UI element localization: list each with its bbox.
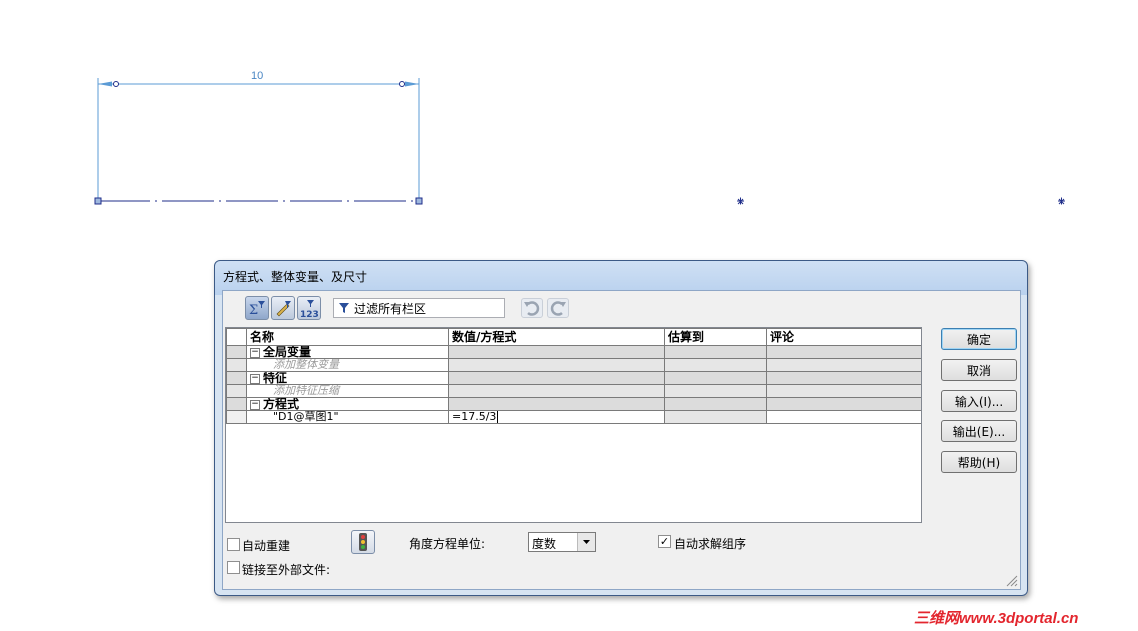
- cancel-button[interactable]: 取消: [941, 359, 1017, 381]
- watermark: 三维网www.3dportal.cn: [914, 610, 1079, 627]
- row-selector[interactable]: [226, 410, 247, 424]
- auto-rebuild-label: 自动重建: [242, 539, 291, 553]
- cell: [664, 345, 767, 359]
- add-global-variable-cell[interactable]: 添加整体变量: [246, 358, 449, 372]
- sketch-point-1[interactable]: [737, 197, 744, 205]
- resize-grip-icon[interactable]: [1006, 575, 1018, 587]
- section-equations-label: 方程式: [263, 397, 300, 411]
- filter-icon: [339, 303, 349, 313]
- add-feature-suppression-cell[interactable]: 添加特征压缩: [246, 384, 449, 398]
- equations-grid[interactable]: 名称 数值/方程式 估算到 评论 − 全局变量 添加整体变量 − 特征 添加特征…: [225, 327, 922, 523]
- auto-solve-checkbox[interactable]: ✓: [658, 535, 671, 548]
- dimension-arrow-left: [98, 81, 112, 87]
- cell: [448, 345, 665, 359]
- help-button[interactable]: 帮助(H): [941, 451, 1017, 473]
- collapse-icon[interactable]: −: [250, 373, 260, 384]
- dialog-body: Σ 123 过滤所有栏区 名称 数值/方程式 估算到 评论 − 全局变量 添加整…: [222, 290, 1021, 590]
- link-external-checkbox[interactable]: [227, 561, 240, 574]
- row-selector[interactable]: [226, 358, 247, 372]
- collapse-icon[interactable]: −: [250, 399, 260, 410]
- row-selector[interactable]: [226, 384, 247, 398]
- cell: [448, 397, 665, 411]
- add-global-variable-row[interactable]: 添加整体变量: [226, 358, 921, 372]
- auto-solve-label: 自动求解组序: [674, 537, 747, 551]
- section-globals-label: 全局变量: [263, 345, 312, 359]
- angle-units-value: 度数: [532, 537, 557, 551]
- sketch-equations-view-button[interactable]: Σ: [245, 296, 269, 320]
- traffic-light-button[interactable]: [351, 530, 375, 554]
- cell: [766, 345, 921, 359]
- grid-header-row: 名称 数值/方程式 估算到 评论: [226, 328, 921, 346]
- cell: [664, 371, 767, 385]
- dialog-title: 方程式、整体变量、及尺寸: [223, 270, 368, 284]
- cell: [448, 371, 665, 385]
- add-feature-suppression-row[interactable]: 添加特征压缩: [226, 384, 921, 398]
- filter-input[interactable]: [354, 300, 502, 316]
- cell: [448, 358, 665, 372]
- equation-row[interactable]: "D1@草图1" =17.5/3: [226, 410, 921, 424]
- angle-units-label: 角度方程单位:: [409, 537, 486, 551]
- section-equations[interactable]: − 方程式: [226, 397, 921, 411]
- sketch-point-2[interactable]: [1058, 197, 1065, 205]
- cell: [766, 371, 921, 385]
- section-features-name[interactable]: − 特征: [246, 371, 449, 385]
- auto-rebuild-checkbox[interactable]: [227, 538, 240, 551]
- redo-button[interactable]: [547, 298, 569, 318]
- equation-value-text: =17.5/3: [452, 410, 497, 423]
- cell: [766, 358, 921, 372]
- section-features-label: 特征: [263, 371, 288, 385]
- sketch-canvas[interactable]: 10: [0, 0, 1138, 260]
- cell: [766, 397, 921, 411]
- dropdown-arrow-icon[interactable]: [577, 533, 595, 551]
- cell: [664, 397, 767, 411]
- sketch-endpoint-right[interactable]: [415, 197, 423, 205]
- dimension-arrow-right: [405, 81, 419, 87]
- section-globals[interactable]: − 全局变量: [226, 345, 921, 359]
- ordered-filter-icon: 123: [300, 300, 319, 318]
- equations-dialog: 方程式、整体变量、及尺寸 Σ 123 过滤所有栏区 名称 数值/方程式 估算到 …: [214, 260, 1028, 596]
- row-selector[interactable]: [226, 345, 247, 359]
- redo-icon: [550, 301, 566, 316]
- angle-units-select[interactable]: 度数: [528, 532, 596, 552]
- sketch-endpoint-left[interactable]: [94, 197, 102, 205]
- link-external-label: 链接至外部文件:: [242, 563, 331, 577]
- undo-button[interactable]: [521, 298, 543, 318]
- traffic-light-icon: [359, 533, 367, 551]
- column-header-name[interactable]: 名称: [246, 328, 449, 346]
- row-selector-header[interactable]: [226, 328, 247, 346]
- section-features[interactable]: − 特征: [226, 371, 921, 385]
- cell: [766, 384, 921, 398]
- cell: [664, 358, 767, 372]
- ordered-view-button[interactable]: 123: [297, 296, 321, 320]
- column-header-comment[interactable]: 评论: [766, 328, 921, 346]
- row-selector[interactable]: [226, 397, 247, 411]
- section-globals-name[interactable]: − 全局变量: [246, 345, 449, 359]
- cell: [664, 384, 767, 398]
- column-header-value[interactable]: 数值/方程式: [448, 328, 665, 346]
- collapse-icon[interactable]: −: [250, 347, 260, 358]
- dimension-value[interactable]: 10: [251, 70, 263, 82]
- filter-field[interactable]: [333, 298, 505, 318]
- export-button[interactable]: 输出(E)...: [941, 420, 1017, 442]
- column-header-evaluates[interactable]: 估算到: [664, 328, 767, 346]
- text-cursor: [497, 411, 499, 423]
- undo-icon: [524, 301, 540, 316]
- section-equations-name[interactable]: − 方程式: [246, 397, 449, 411]
- dimension-handle-left[interactable]: [113, 81, 119, 87]
- row-selector[interactable]: [226, 371, 247, 385]
- svg-text:123: 123: [300, 310, 319, 318]
- dimensions-view-button[interactable]: [271, 296, 295, 320]
- cell: [448, 384, 665, 398]
- svg-text:Σ: Σ: [249, 303, 258, 318]
- ok-button[interactable]: 确定: [941, 328, 1017, 350]
- equation-comment-cell[interactable]: [766, 410, 921, 424]
- dimension-pencil-icon: [276, 301, 291, 317]
- sigma-filter-icon: Σ: [249, 301, 265, 318]
- equation-evaluates-cell: [664, 410, 767, 424]
- equation-value-cell[interactable]: =17.5/3: [448, 410, 665, 424]
- import-button[interactable]: 输入(I)...: [941, 390, 1017, 412]
- equation-name-cell[interactable]: "D1@草图1": [246, 410, 449, 424]
- dimension-handle-right[interactable]: [399, 81, 405, 87]
